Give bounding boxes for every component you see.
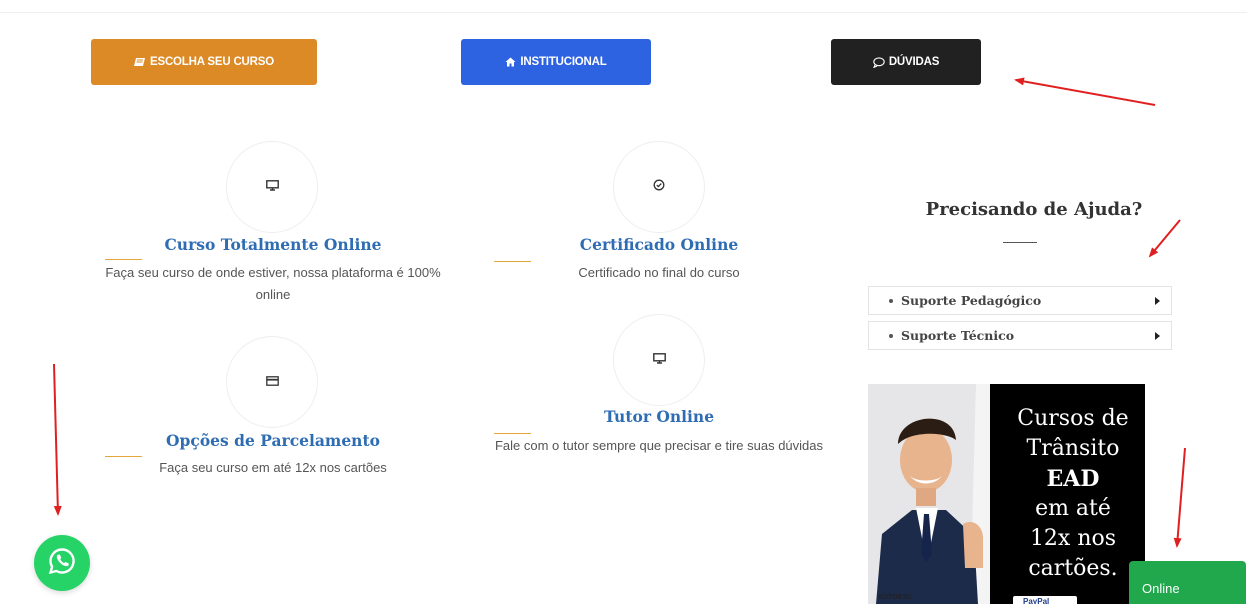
online-chat-badge[interactable]: Online	[1129, 561, 1246, 604]
caret-right-icon	[1155, 297, 1160, 305]
feature-installments-desc: Faça seu curso em até 12x nos cartões	[159, 460, 387, 475]
banner-brand: AUTOESC	[878, 594, 913, 601]
whatsapp-icon	[46, 545, 78, 582]
feature-tutor-title: Tutor Online	[603, 407, 715, 426]
arrow-to-help	[1148, 219, 1181, 258]
feature-installments-circle	[226, 336, 318, 428]
choose-course-label: ESCOLHA SEU CURSO	[150, 56, 274, 68]
feature-certificate-circle	[613, 141, 705, 233]
banner-line-1: Cursos de	[1017, 406, 1129, 431]
banner-line-4: em até	[1035, 496, 1111, 521]
speech-bubble-icon	[872, 56, 885, 68]
bullet-icon	[889, 298, 893, 303]
banner-line-3: EAD	[1046, 466, 1100, 492]
banner-photo	[868, 384, 990, 604]
home-icon	[505, 57, 516, 67]
help-item-label: Suporte Pedagógico	[901, 293, 1042, 308]
institutional-label: INSTITUCIONAL	[520, 56, 607, 68]
arrow-to-faq	[1014, 77, 1156, 106]
help-title: Precisando de Ajuda?	[925, 199, 1143, 220]
banner-line-2: Trânsito	[1026, 436, 1120, 461]
institutional-button[interactable]: INSTITUCIONAL	[461, 39, 651, 85]
bullet-icon	[889, 333, 893, 338]
whatsapp-button[interactable]	[34, 535, 90, 591]
banner-text: Cursos de Trânsito EAD em até 12x nos ca…	[1008, 404, 1138, 584]
banner-line-6: cartões.	[1028, 556, 1118, 581]
caret-right-icon	[1155, 332, 1160, 340]
arrow-to-whatsapp	[53, 363, 62, 516]
feature-tutor-desc: Fale com o tutor sempre que precisar e t…	[494, 438, 824, 453]
paypal-logo: PayPal	[1013, 596, 1077, 604]
credit-card-icon	[265, 373, 279, 391]
feature-online-title: Curso Totalmente Online	[164, 235, 382, 254]
check-circle-icon	[653, 178, 665, 196]
feature-certificate-title: Certificado Online	[579, 235, 739, 254]
help-divider	[1003, 242, 1037, 243]
feature-online-circle	[226, 141, 318, 233]
arrow-to-online	[1173, 447, 1186, 548]
banner-line-5: 12x nos	[1029, 526, 1117, 551]
feature-tutor-accent	[494, 433, 531, 434]
feature-installments-title: Opções de Parcelamento	[166, 431, 380, 450]
feature-online-accent	[105, 259, 142, 260]
courses-banner[interactable]: Cursos de Trânsito EAD em até 12x nos ca…	[868, 384, 1145, 604]
feature-certificate-desc: Certificado no final do curso	[578, 265, 740, 280]
feature-online-desc: Faça seu curso de onde estiver, nossa pl…	[105, 265, 441, 302]
help-item-label: Suporte Técnico	[901, 328, 1015, 343]
monitor-icon	[652, 351, 666, 369]
book-icon	[134, 57, 146, 67]
choose-course-button[interactable]: ESCOLHA SEU CURSO	[91, 39, 317, 85]
help-item-pedagogical-support[interactable]: Suporte Pedagógico	[868, 286, 1172, 315]
faq-label: DÚVIDAS	[888, 56, 940, 68]
help-item-technical-support[interactable]: Suporte Técnico	[868, 321, 1172, 350]
online-chat-label: Online	[1142, 581, 1180, 596]
feature-tutor-circle	[613, 314, 705, 406]
monitor-icon	[265, 178, 279, 196]
top-divider	[0, 12, 1247, 13]
faq-button[interactable]: DÚVIDAS	[831, 39, 981, 85]
